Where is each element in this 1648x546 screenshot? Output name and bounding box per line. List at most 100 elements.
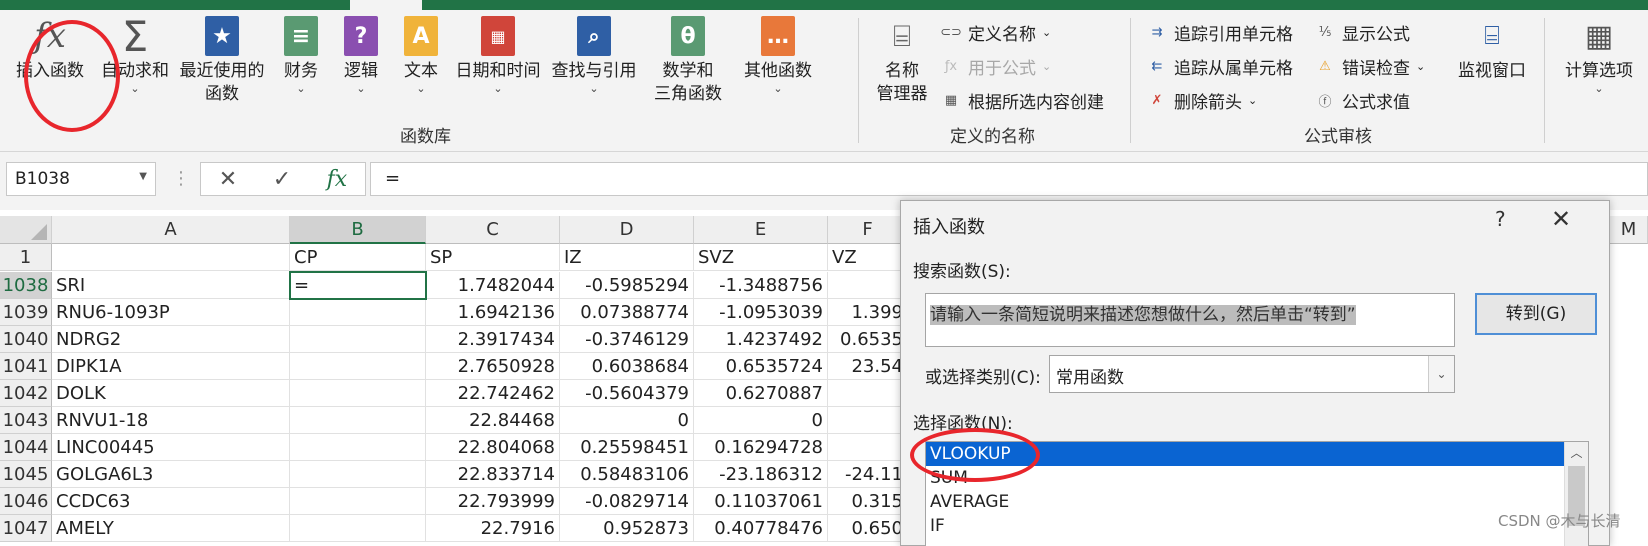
math-trig-button[interactable]: θ 数学和 三角函数 [642,14,734,106]
remove-arrows-button[interactable]: ✗ 删除箭头 ⌄ [1146,88,1258,113]
evaluate-formula-button[interactable]: ⓕ 公式求值 [1314,88,1410,113]
formula-input[interactable]: = [370,162,1648,196]
calc-options-button[interactable]: ▦ 计算选项 ⌄ [1556,14,1642,95]
table-cell[interactable]: RNU6-1093P [52,299,290,326]
date-time-button[interactable]: ▦ 日期和时间 ⌄ [452,14,544,95]
table-cell[interactable]: 0.07388774 [560,299,694,326]
table-cell[interactable] [290,515,426,542]
table-cell[interactable] [290,488,426,515]
table-cell[interactable]: 2.7650928 [426,353,560,380]
lookup-reference-button[interactable]: ⌕ 查找与引用 ⌄ [548,14,640,95]
insert-fx-icon[interactable]: fx [327,167,348,192]
table-cell[interactable]: -1.3488756 [694,272,828,299]
row-header[interactable]: 1047 [0,515,52,542]
function-item-if[interactable]: IF [926,514,1588,538]
define-name-button[interactable]: ⊂⊃ 定义名称 ⌄ [940,20,1051,45]
show-formulas-button[interactable]: ⅕ 显示公式 [1314,20,1410,45]
table-cell[interactable]: 0.25598451 [560,434,694,461]
more-functions-button[interactable]: … 其他函数 ⌄ [736,14,820,95]
table-cell[interactable] [290,380,426,407]
table-cell[interactable]: GOLGA6L3 [52,461,290,488]
table-cell[interactable]: 22.804068 [426,434,560,461]
table-cell[interactable]: 0.16294728 [694,434,828,461]
table-cell[interactable] [828,272,908,299]
col-header-a[interactable]: A [52,216,290,244]
col-header-d[interactable]: D [560,216,694,244]
table-cell[interactable]: 0.952873 [560,515,694,542]
table-cell[interactable]: -1.0953039 [694,299,828,326]
table-cell[interactable]: -23.186312 [694,461,828,488]
table-cell[interactable]: NDRG2 [52,326,290,353]
row-header[interactable]: 1039 [0,299,52,326]
name-manager-button[interactable]: ⌸ 名称 管理器 [870,14,934,106]
recently-used-button[interactable]: ★ 最近使用的 函数 [174,14,270,106]
row-header[interactable]: 1045 [0,461,52,488]
header-cell[interactable]: SP [426,244,560,271]
table-cell[interactable]: 22.84468 [426,407,560,434]
text-button[interactable]: A 文本 ⌄ [396,14,446,95]
financial-button[interactable]: ≡ 财务 ⌄ [276,14,326,95]
table-cell[interactable] [290,407,426,434]
table-cell[interactable]: RNVU1-18 [52,407,290,434]
table-cell[interactable]: 0 [560,407,694,434]
table-cell[interactable]: -24.11 [828,461,908,488]
table-cell[interactable]: DOLK [52,380,290,407]
active-ribbon-tab[interactable] [350,0,422,10]
table-cell[interactable]: 0.6535724 [694,353,828,380]
row-header[interactable]: 1044 [0,434,52,461]
header-cell[interactable]: SVZ [694,244,828,271]
name-box[interactable]: B1038 ▼ [6,162,156,196]
col-header-c[interactable]: C [426,216,560,244]
table-cell[interactable]: 0.6535 [828,326,908,353]
logical-button[interactable]: ? 逻辑 ⌄ [336,14,386,95]
table-cell[interactable]: 0.11037061 [694,488,828,515]
table-cell[interactable]: 0.650 [828,515,908,542]
table-cell[interactable] [290,353,426,380]
help-icon[interactable]: ? [1495,207,1506,231]
table-cell[interactable]: 1.399 [828,299,908,326]
watch-window-button[interactable]: ⌸ 监视窗口 [1450,14,1534,83]
trace-dependents-button[interactable]: ⇇ 追踪从属单元格 [1146,54,1293,79]
function-item-average[interactable]: AVERAGE [926,490,1588,514]
col-header-e[interactable]: E [694,216,828,244]
search-input[interactable]: 请输入一条简短说明来描述您想做什么，然后单击“转到” [925,293,1455,347]
table-cell[interactable] [828,434,908,461]
table-cell[interactable]: 0.6270887 [694,380,828,407]
table-cell[interactable] [828,407,908,434]
table-cell[interactable] [290,326,426,353]
table-cell[interactable]: 0.58483106 [560,461,694,488]
col-header-m[interactable]: M [1610,216,1648,244]
col-header-b[interactable]: B [290,216,426,244]
header-cell[interactable]: CP [290,244,426,271]
table-cell[interactable]: 22.7916 [426,515,560,542]
table-cell[interactable]: 22.742462 [426,380,560,407]
table-cell[interactable]: 0.6038684 [560,353,694,380]
header-cell[interactable]: VZ [828,244,908,271]
go-button[interactable]: 转到(G) [1475,293,1597,335]
chevron-up-icon[interactable]: ︿ [1565,442,1588,464]
table-cell[interactable]: -0.5985294 [560,272,694,299]
row-header[interactable]: 1043 [0,407,52,434]
table-cell[interactable]: 22.833714 [426,461,560,488]
row-header[interactable]: 1042 [0,380,52,407]
table-cell[interactable]: CCDC63 [52,488,290,515]
header-cell[interactable]: IZ [560,244,694,271]
table-cell[interactable]: 2.3917434 [426,326,560,353]
cancel-icon[interactable]: ✕ [219,167,237,192]
row-header[interactable]: 1046 [0,488,52,515]
row-header[interactable]: 1041 [0,353,52,380]
use-in-formula-button[interactable]: ƒx 用于公式 ⌄ [940,54,1051,79]
table-cell[interactable]: LINC00445 [52,434,290,461]
table-cell[interactable] [290,461,426,488]
enter-icon[interactable]: ✓ [273,167,291,192]
table-cell[interactable]: -0.0829714 [560,488,694,515]
table-cell[interactable]: 0.315 [828,488,908,515]
table-cell[interactable]: 1.7482044 [426,272,560,299]
row-header[interactable]: 1 [0,244,52,271]
select-all-corner[interactable] [0,216,52,244]
table-cell[interactable]: -0.3746129 [560,326,694,353]
table-cell[interactable]: 1.6942136 [426,299,560,326]
row-header[interactable]: 1038 [0,272,52,299]
table-cell[interactable] [290,299,426,326]
chevron-down-icon[interactable]: ⌄ [1428,356,1454,392]
